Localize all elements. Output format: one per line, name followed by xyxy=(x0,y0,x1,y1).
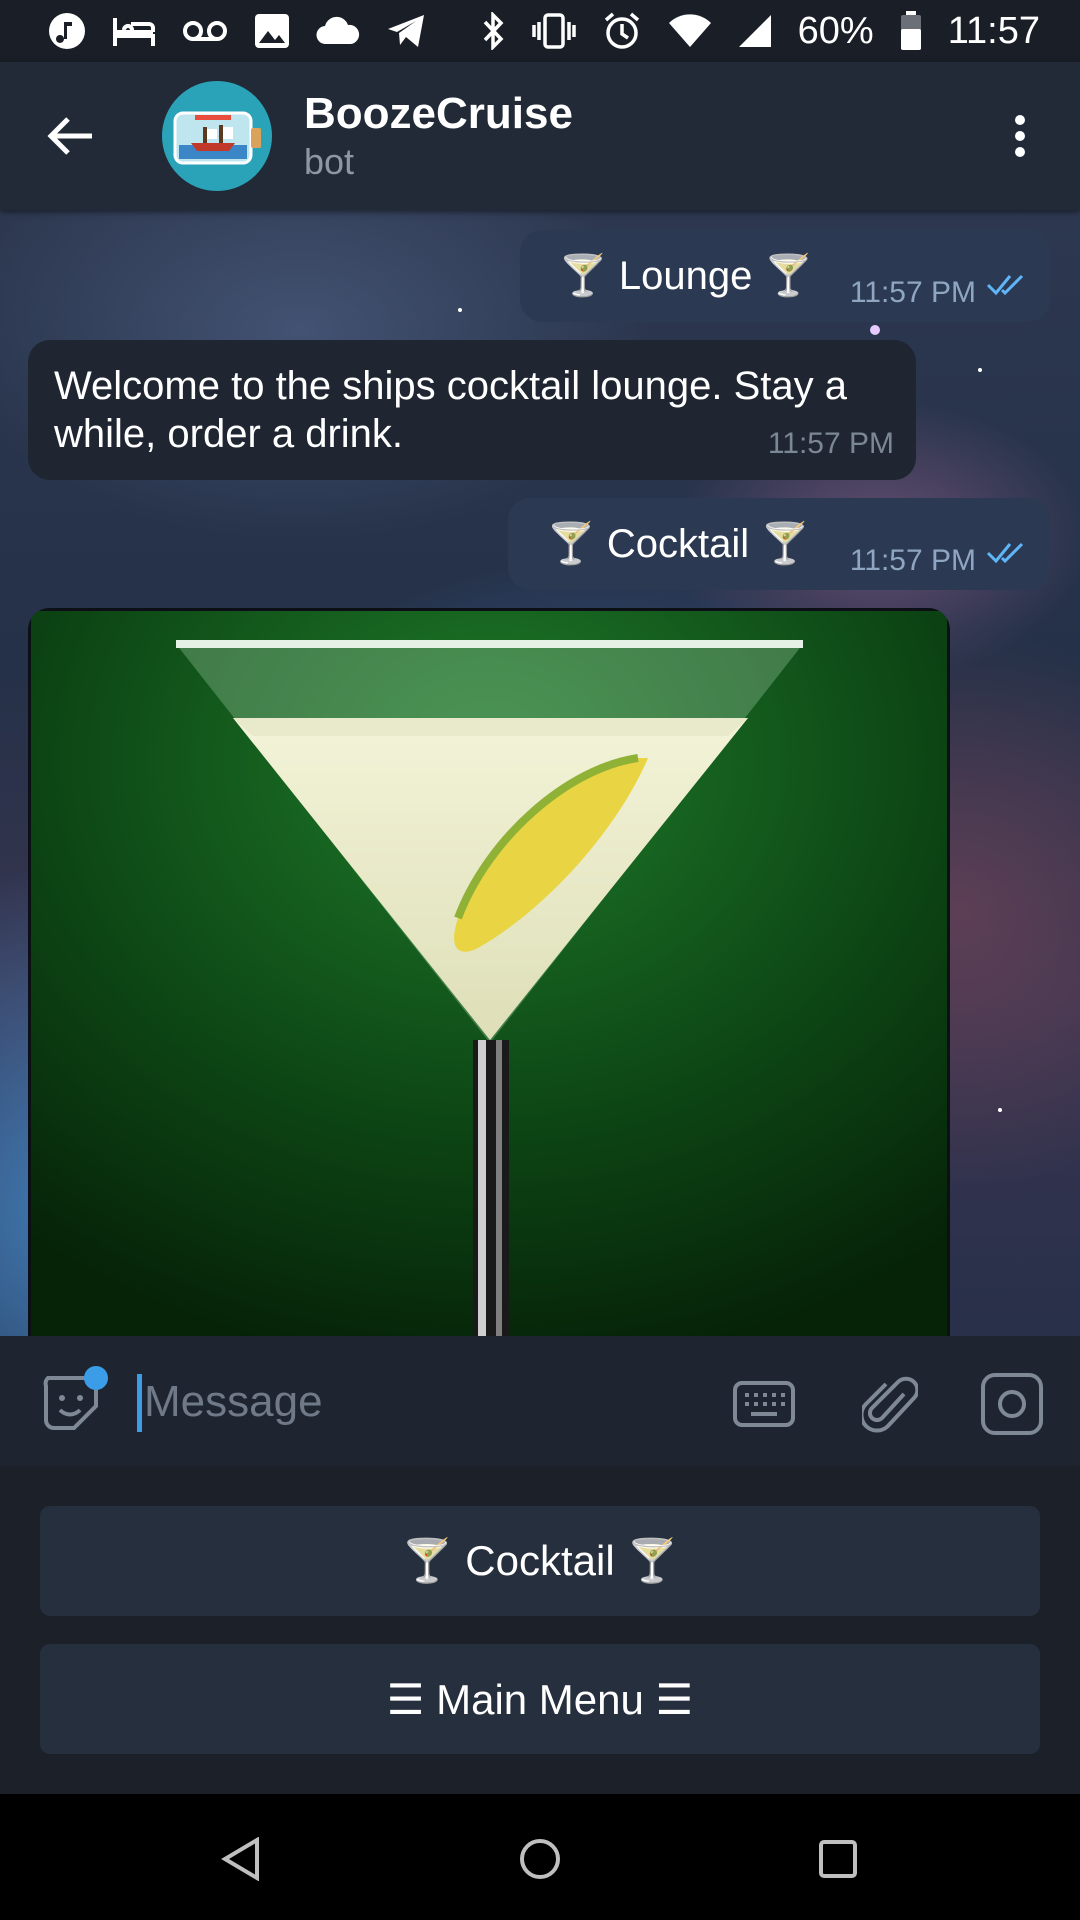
avatar[interactable] xyxy=(162,81,272,191)
wifi-icon xyxy=(668,11,712,51)
message-text: Welcome to the ships cocktail lounge. St… xyxy=(54,364,848,456)
recents-square-icon[interactable] xyxy=(803,1824,873,1894)
vibrate-icon xyxy=(531,11,576,51)
message-time: 11:57 PM xyxy=(767,427,894,460)
clock: 11:57 xyxy=(947,9,1040,52)
double-check-icon xyxy=(986,529,1030,574)
chat-area[interactable]: 🍸 Lounge 🍸 11:57 PM Welcome to the ships… xyxy=(0,210,1080,1336)
voicemail-icon xyxy=(182,11,228,51)
bluetooth-icon xyxy=(482,11,506,51)
more-vertical-icon[interactable] xyxy=(1000,106,1040,166)
notification-dot xyxy=(84,1366,108,1390)
keyboard-icon[interactable] xyxy=(732,1372,796,1436)
incoming-message[interactable]: Welcome to the ships cocktail lounge. St… xyxy=(28,340,916,480)
message-text: 🍸 Cocktail 🍸 xyxy=(546,522,811,566)
camera-icon[interactable] xyxy=(980,1372,1044,1436)
home-circle-icon[interactable] xyxy=(505,1824,575,1894)
status-bar: 60% 11:57 xyxy=(0,0,1080,62)
bot-keyboard: 🍸 Cocktail 🍸 ☰ Main Menu ☰ xyxy=(0,1466,1080,1794)
message-text: 🍸 Lounge 🍸 xyxy=(558,254,814,298)
battery-icon xyxy=(900,11,922,51)
battery-percent: 60% xyxy=(797,9,874,52)
cocktail-photo[interactable] xyxy=(28,608,950,1336)
signal-icon xyxy=(738,11,772,51)
alarm-icon xyxy=(602,11,642,51)
double-check-icon xyxy=(986,261,1030,306)
message-input[interactable] xyxy=(142,1366,706,1438)
keyboard-button-cocktail[interactable]: 🍸 Cocktail 🍸 xyxy=(40,1506,1040,1616)
paperclip-icon[interactable] xyxy=(858,1372,922,1436)
back-arrow-icon[interactable] xyxy=(40,106,100,166)
message-input-bar xyxy=(0,1336,1080,1466)
chat-title[interactable]: BoozeCruise xyxy=(304,88,573,140)
image-icon xyxy=(254,11,290,51)
music-note-icon xyxy=(48,11,86,51)
message-time: 11:57 PM xyxy=(849,544,976,577)
cloud-icon xyxy=(316,11,360,51)
chat-header: BoozeCruise bot xyxy=(0,62,1080,210)
bed-icon xyxy=(112,11,156,51)
outgoing-message[interactable]: 🍸 Cocktail 🍸 11:57 PM xyxy=(508,498,1050,590)
message-time: 11:57 PM xyxy=(849,276,976,309)
back-triangle-icon[interactable] xyxy=(206,1824,276,1894)
bottle-ship-icon xyxy=(173,111,261,165)
navigation-bar xyxy=(0,1794,1080,1920)
outgoing-message[interactable]: 🍸 Lounge 🍸 11:57 PM xyxy=(520,230,1050,322)
chat-subtitle: bot xyxy=(304,141,355,182)
keyboard-button-main-menu[interactable]: ☰ Main Menu ☰ xyxy=(40,1644,1040,1754)
telegram-icon xyxy=(386,11,426,51)
